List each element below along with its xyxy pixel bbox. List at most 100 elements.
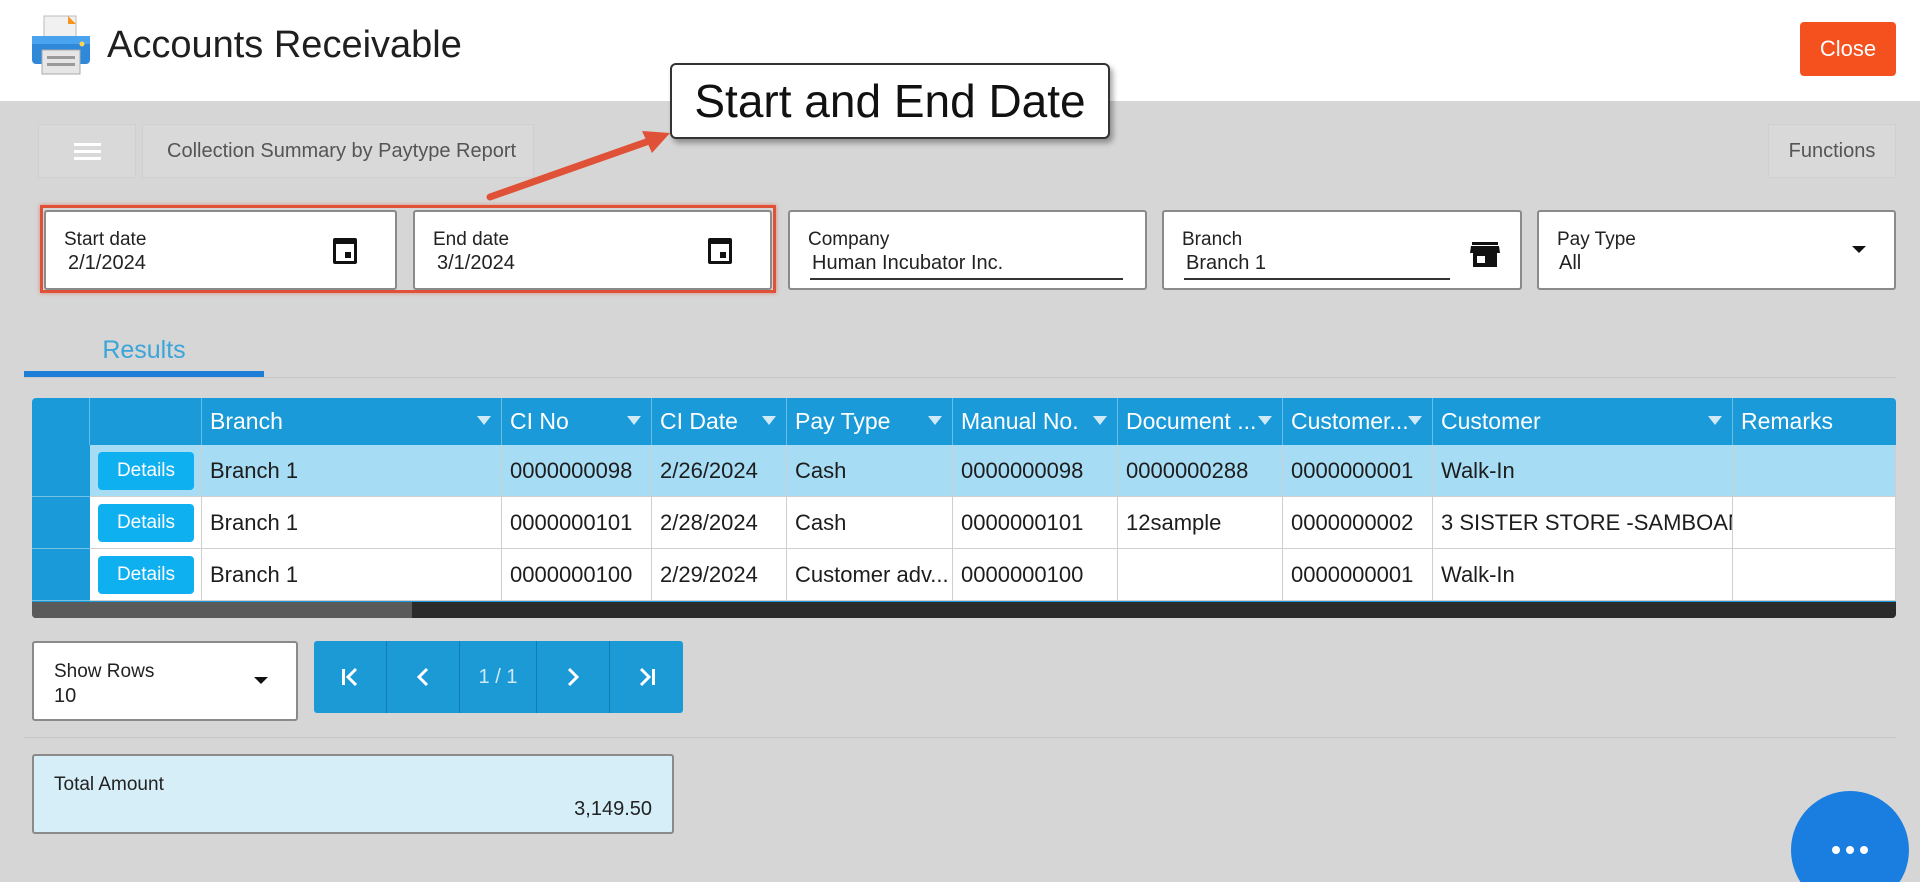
close-button[interactable]: Close bbox=[1800, 22, 1896, 76]
cell-ci-date: 2/29/2024 bbox=[652, 549, 787, 601]
details-cell: Details bbox=[90, 497, 202, 549]
filter-icon[interactable] bbox=[928, 416, 942, 425]
first-page-button[interactable] bbox=[314, 641, 387, 713]
filter-icon[interactable] bbox=[762, 416, 776, 425]
company-underline bbox=[810, 278, 1123, 280]
cell-customer-code: 0000000001 bbox=[1283, 549, 1433, 601]
header-customer-code-label: Customer... bbox=[1291, 408, 1409, 434]
cell-customer: 3 SISTER STORE -SAMBOAN bbox=[1433, 497, 1733, 549]
header-customer-label: Customer bbox=[1441, 408, 1541, 434]
company-value: Human Incubator Inc. bbox=[812, 252, 1004, 274]
cell-customer-code: 0000000001 bbox=[1283, 445, 1433, 497]
show-rows-label: Show Rows bbox=[54, 661, 155, 682]
app-title: Accounts Receivable bbox=[107, 24, 462, 66]
cell-document: 0000000288 bbox=[1118, 445, 1283, 497]
cell-branch: Branch 1 bbox=[202, 497, 502, 549]
header-document-label: Document ... bbox=[1126, 408, 1257, 434]
header-document[interactable]: Document ... bbox=[1118, 398, 1283, 445]
cell-customer-code: 0000000002 bbox=[1283, 497, 1433, 549]
more-actions-button[interactable] bbox=[1791, 791, 1909, 882]
horizontal-scrollbar[interactable] bbox=[32, 602, 1896, 618]
row-selector[interactable] bbox=[32, 549, 90, 601]
table-row[interactable]: Details Branch 1 0000000100 2/29/2024 Cu… bbox=[32, 549, 1896, 601]
section-divider bbox=[24, 737, 1896, 738]
menu-button[interactable] bbox=[38, 124, 136, 178]
header-manual-no-label: Manual No. bbox=[961, 408, 1079, 434]
scrollbar-thumb[interactable] bbox=[32, 602, 412, 618]
branch-label: Branch bbox=[1182, 229, 1243, 250]
filter-icon[interactable] bbox=[1408, 416, 1422, 425]
header-ci-no[interactable]: CI No bbox=[502, 398, 652, 445]
details-button[interactable]: Details bbox=[98, 451, 194, 490]
pay-type-label: Pay Type bbox=[1557, 229, 1636, 250]
details-cell: Details bbox=[90, 445, 202, 497]
header-selector bbox=[32, 398, 90, 445]
chevron-down-icon bbox=[1852, 246, 1866, 253]
row-selector[interactable] bbox=[32, 445, 90, 497]
cell-branch: Branch 1 bbox=[202, 445, 502, 497]
header-manual-no[interactable]: Manual No. bbox=[953, 398, 1118, 445]
header-branch[interactable]: Branch bbox=[202, 398, 502, 445]
pagination: 1 / 1 bbox=[314, 641, 683, 713]
row-selector[interactable] bbox=[32, 497, 90, 549]
branch-value: Branch 1 bbox=[1186, 252, 1267, 274]
header-pay-type-label: Pay Type bbox=[795, 408, 891, 434]
filter-icon[interactable] bbox=[1093, 416, 1107, 425]
tab-results[interactable]: Results bbox=[24, 322, 264, 378]
filter-icon[interactable] bbox=[1258, 416, 1272, 425]
company-label: Company bbox=[808, 229, 890, 250]
cell-pay-type: Cash bbox=[787, 497, 953, 549]
cell-remarks bbox=[1733, 549, 1896, 601]
details-button[interactable]: Details bbox=[98, 555, 194, 594]
cell-branch: Branch 1 bbox=[202, 549, 502, 601]
cell-ci-date: 2/28/2024 bbox=[652, 497, 787, 549]
date-highlight-box bbox=[40, 205, 776, 293]
header-remarks[interactable]: Remarks bbox=[1733, 398, 1896, 445]
report-title: Collection Summary by Paytype Report bbox=[142, 124, 534, 178]
functions-button[interactable]: Functions bbox=[1768, 124, 1896, 178]
prev-page-icon bbox=[416, 667, 429, 687]
cell-ci-no: 0000000100 bbox=[502, 549, 652, 601]
pay-type-select[interactable]: Pay Type All bbox=[1537, 210, 1896, 290]
prev-page-button[interactable] bbox=[387, 641, 460, 713]
total-amount-label: Total Amount bbox=[54, 774, 164, 795]
cell-pay-type: Customer adv... bbox=[787, 549, 953, 601]
pay-type-value: All bbox=[1559, 252, 1582, 274]
cell-remarks bbox=[1733, 445, 1896, 497]
cell-manual-no: 0000000100 bbox=[953, 549, 1118, 601]
header-details bbox=[90, 398, 202, 445]
cell-document bbox=[1118, 549, 1283, 601]
cell-ci-no: 0000000101 bbox=[502, 497, 652, 549]
page-indicator: 1 / 1 bbox=[460, 641, 537, 713]
more-dots-icon bbox=[1846, 846, 1854, 854]
header-ci-date[interactable]: CI Date bbox=[652, 398, 787, 445]
show-rows-value: 10 bbox=[54, 685, 77, 707]
details-button[interactable]: Details bbox=[98, 503, 194, 542]
more-dots-icon bbox=[1860, 846, 1868, 854]
header-customer[interactable]: Customer bbox=[1433, 398, 1733, 445]
cell-ci-date: 2/26/2024 bbox=[652, 445, 787, 497]
header-customer-code[interactable]: Customer... bbox=[1283, 398, 1433, 445]
next-page-button[interactable] bbox=[537, 641, 610, 713]
printer-icon bbox=[30, 14, 92, 76]
branch-field[interactable]: Branch Branch 1 bbox=[1162, 210, 1522, 290]
cell-pay-type: Cash bbox=[787, 445, 953, 497]
company-field[interactable]: Company Human Incubator Inc. bbox=[788, 210, 1147, 290]
filter-icon[interactable] bbox=[1708, 416, 1722, 425]
cell-document: 12sample bbox=[1118, 497, 1283, 549]
header-pay-type[interactable]: Pay Type bbox=[787, 398, 953, 445]
store-icon[interactable] bbox=[1470, 242, 1500, 272]
filter-icon[interactable] bbox=[477, 416, 491, 425]
chevron-down-icon bbox=[254, 677, 268, 684]
table-row[interactable]: Details Branch 1 0000000101 2/28/2024 Ca… bbox=[32, 497, 1896, 549]
table-row[interactable]: Details Branch 1 0000000098 2/26/2024 Ca… bbox=[32, 445, 1896, 497]
header-ci-date-label: CI Date bbox=[660, 408, 738, 434]
total-amount-value: 3,149.50 bbox=[574, 798, 652, 820]
filter-icon[interactable] bbox=[627, 416, 641, 425]
last-page-icon bbox=[639, 667, 655, 687]
show-rows-select[interactable]: Show Rows 10 bbox=[32, 641, 298, 721]
header-branch-label: Branch bbox=[210, 408, 283, 434]
branch-underline bbox=[1184, 278, 1450, 280]
more-dots-icon bbox=[1832, 846, 1840, 854]
last-page-button[interactable] bbox=[610, 641, 683, 713]
